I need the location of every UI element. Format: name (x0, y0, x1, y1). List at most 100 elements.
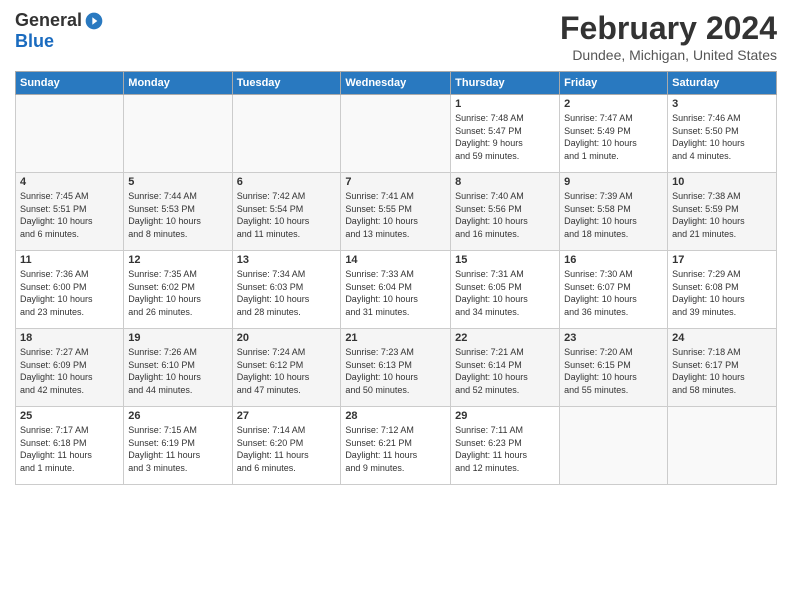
day-info: Sunrise: 7:12 AMSunset: 6:21 PMDaylight:… (345, 424, 446, 474)
day-number: 27 (237, 410, 337, 422)
day-info: Sunrise: 7:26 AMSunset: 6:10 PMDaylight:… (128, 346, 227, 396)
calendar-cell (668, 407, 777, 485)
calendar-cell (341, 95, 451, 173)
month-title: February 2024 (560, 10, 777, 47)
day-info: Sunrise: 7:48 AMSunset: 5:47 PMDaylight:… (455, 112, 555, 162)
calendar-cell: 3 Sunrise: 7:46 AMSunset: 5:50 PMDaylight… (668, 95, 777, 173)
day-info: Sunrise: 7:30 AMSunset: 6:07 PMDaylight:… (564, 268, 663, 318)
day-info: Sunrise: 7:35 AMSunset: 6:02 PMDaylight:… (128, 268, 227, 318)
calendar-cell: 12 Sunrise: 7:35 AMSunset: 6:02 PMDayligh… (124, 251, 232, 329)
day-number: 29 (455, 410, 555, 422)
calendar-cell: 28 Sunrise: 7:12 AMSunset: 6:21 PMDayligh… (341, 407, 451, 485)
day-number: 3 (672, 98, 772, 110)
day-info: Sunrise: 7:40 AMSunset: 5:56 PMDaylight:… (455, 190, 555, 240)
day-info: Sunrise: 7:15 AMSunset: 6:19 PMDaylight:… (128, 424, 227, 474)
logo-icon (84, 11, 104, 31)
calendar-cell (560, 407, 668, 485)
day-number: 11 (20, 254, 119, 266)
header-thursday: Thursday (451, 72, 560, 95)
day-info: Sunrise: 7:44 AMSunset: 5:53 PMDaylight:… (128, 190, 227, 240)
calendar-cell: 24Sunrise: 7:18 AMSunset: 6:17 PMDayligh… (668, 329, 777, 407)
week-row-1: 1 Sunrise: 7:48 AMSunset: 5:47 PMDaylight… (16, 95, 777, 173)
day-number: 16 (564, 254, 663, 266)
calendar-cell: 14Sunrise: 7:33 AMSunset: 6:04 PMDayligh… (341, 251, 451, 329)
header-sunday: Sunday (16, 72, 124, 95)
day-info: Sunrise: 7:41 AMSunset: 5:55 PMDaylight:… (345, 190, 446, 240)
day-number: 22 (455, 332, 555, 344)
day-number: 7 (345, 176, 446, 188)
day-number: 20 (237, 332, 337, 344)
day-number: 1 (455, 98, 555, 110)
header-monday: Monday (124, 72, 232, 95)
logo-blue-text: Blue (15, 31, 54, 52)
day-number: 25 (20, 410, 119, 422)
day-number: 26 (128, 410, 227, 422)
day-info: Sunrise: 7:27 AMSunset: 6:09 PMDaylight:… (20, 346, 119, 396)
location: Dundee, Michigan, United States (560, 47, 777, 63)
day-info: Sunrise: 7:23 AMSunset: 6:13 PMDaylight:… (345, 346, 446, 396)
day-info: Sunrise: 7:20 AMSunset: 6:15 PMDaylight:… (564, 346, 663, 396)
calendar-cell: 17Sunrise: 7:29 AMSunset: 6:08 PMDayligh… (668, 251, 777, 329)
day-number: 15 (455, 254, 555, 266)
logo: General Blue (15, 10, 104, 52)
calendar-cell (232, 95, 341, 173)
day-number: 24 (672, 332, 772, 344)
calendar-cell: 1 Sunrise: 7:48 AMSunset: 5:47 PMDaylight… (451, 95, 560, 173)
calendar-cell: 18 Sunrise: 7:27 AMSunset: 6:09 PMDayligh… (16, 329, 124, 407)
day-number: 23 (564, 332, 663, 344)
day-info: Sunrise: 7:14 AMSunset: 6:20 PMDaylight:… (237, 424, 337, 474)
calendar-cell: 13Sunrise: 7:34 AMSunset: 6:03 PMDayligh… (232, 251, 341, 329)
day-info: Sunrise: 7:34 AMSunset: 6:03 PMDaylight:… (237, 268, 337, 318)
day-number: 12 (128, 254, 227, 266)
calendar-cell: 21 Sunrise: 7:23 AMSunset: 6:13 PMDayligh… (341, 329, 451, 407)
calendar-cell: 25 Sunrise: 7:17 AMSunset: 6:18 PMDayligh… (16, 407, 124, 485)
day-number: 8 (455, 176, 555, 188)
header: General Blue February 2024 Dundee, Michi… (15, 10, 777, 63)
week-row-5: 25 Sunrise: 7:17 AMSunset: 6:18 PMDayligh… (16, 407, 777, 485)
day-number: 6 (237, 176, 337, 188)
day-number: 21 (345, 332, 446, 344)
week-row-3: 11 Sunrise: 7:36 AMSunset: 6:00 PMDayligh… (16, 251, 777, 329)
day-info: Sunrise: 7:29 AMSunset: 6:08 PMDaylight:… (672, 268, 772, 318)
week-row-2: 4 Sunrise: 7:45 AMSunset: 5:51 PMDaylight… (16, 173, 777, 251)
calendar-cell: 16 Sunrise: 7:30 AMSunset: 6:07 PMDayligh… (560, 251, 668, 329)
calendar-cell: 7 Sunrise: 7:41 AMSunset: 5:55 PMDaylight… (341, 173, 451, 251)
day-info: Sunrise: 7:38 AMSunset: 5:59 PMDaylight:… (672, 190, 772, 240)
day-info: Sunrise: 7:42 AMSunset: 5:54 PMDaylight:… (237, 190, 337, 240)
day-number: 10 (672, 176, 772, 188)
title-area: February 2024 Dundee, Michigan, United S… (560, 10, 777, 63)
day-number: 28 (345, 410, 446, 422)
day-info: Sunrise: 7:46 AMSunset: 5:50 PMDaylight:… (672, 112, 772, 162)
page-container: General Blue February 2024 Dundee, Michi… (0, 0, 792, 495)
calendar-cell (124, 95, 232, 173)
calendar-cell: 23 Sunrise: 7:20 AMSunset: 6:15 PMDayligh… (560, 329, 668, 407)
day-number: 18 (20, 332, 119, 344)
calendar-table: Sunday Monday Tuesday Wednesday Thursday… (15, 71, 777, 485)
calendar-cell: 6 Sunrise: 7:42 AMSunset: 5:54 PMDaylight… (232, 173, 341, 251)
calendar-cell (16, 95, 124, 173)
day-info: Sunrise: 7:17 AMSunset: 6:18 PMDaylight:… (20, 424, 119, 474)
calendar-cell: 9Sunrise: 7:39 AMSunset: 5:58 PMDaylight… (560, 173, 668, 251)
calendar-cell: 20Sunrise: 7:24 AMSunset: 6:12 PMDayligh… (232, 329, 341, 407)
calendar-cell: 19 Sunrise: 7:26 AMSunset: 6:10 PMDayligh… (124, 329, 232, 407)
day-number: 2 (564, 98, 663, 110)
header-saturday: Saturday (668, 72, 777, 95)
header-wednesday: Wednesday (341, 72, 451, 95)
day-number: 9 (564, 176, 663, 188)
day-info: Sunrise: 7:45 AMSunset: 5:51 PMDaylight:… (20, 190, 119, 240)
calendar-cell: 4 Sunrise: 7:45 AMSunset: 5:51 PMDaylight… (16, 173, 124, 251)
day-number: 4 (20, 176, 119, 188)
day-number: 19 (128, 332, 227, 344)
calendar-cell: 8 Sunrise: 7:40 AMSunset: 5:56 PMDaylight… (451, 173, 560, 251)
calendar-cell: 11 Sunrise: 7:36 AMSunset: 6:00 PMDayligh… (16, 251, 124, 329)
week-row-4: 18 Sunrise: 7:27 AMSunset: 6:09 PMDayligh… (16, 329, 777, 407)
calendar-cell: 10 Sunrise: 7:38 AMSunset: 5:59 PMDayligh… (668, 173, 777, 251)
header-friday: Friday (560, 72, 668, 95)
day-number: 5 (128, 176, 227, 188)
calendar-cell: 29Sunrise: 7:11 AMSunset: 6:23 PMDayligh… (451, 407, 560, 485)
header-tuesday: Tuesday (232, 72, 341, 95)
day-info: Sunrise: 7:33 AMSunset: 6:04 PMDaylight:… (345, 268, 446, 318)
day-info: Sunrise: 7:36 AMSunset: 6:00 PMDaylight:… (20, 268, 119, 318)
calendar-cell: 15Sunrise: 7:31 AMSunset: 6:05 PMDayligh… (451, 251, 560, 329)
calendar-cell: 27 Sunrise: 7:14 AMSunset: 6:20 PMDayligh… (232, 407, 341, 485)
